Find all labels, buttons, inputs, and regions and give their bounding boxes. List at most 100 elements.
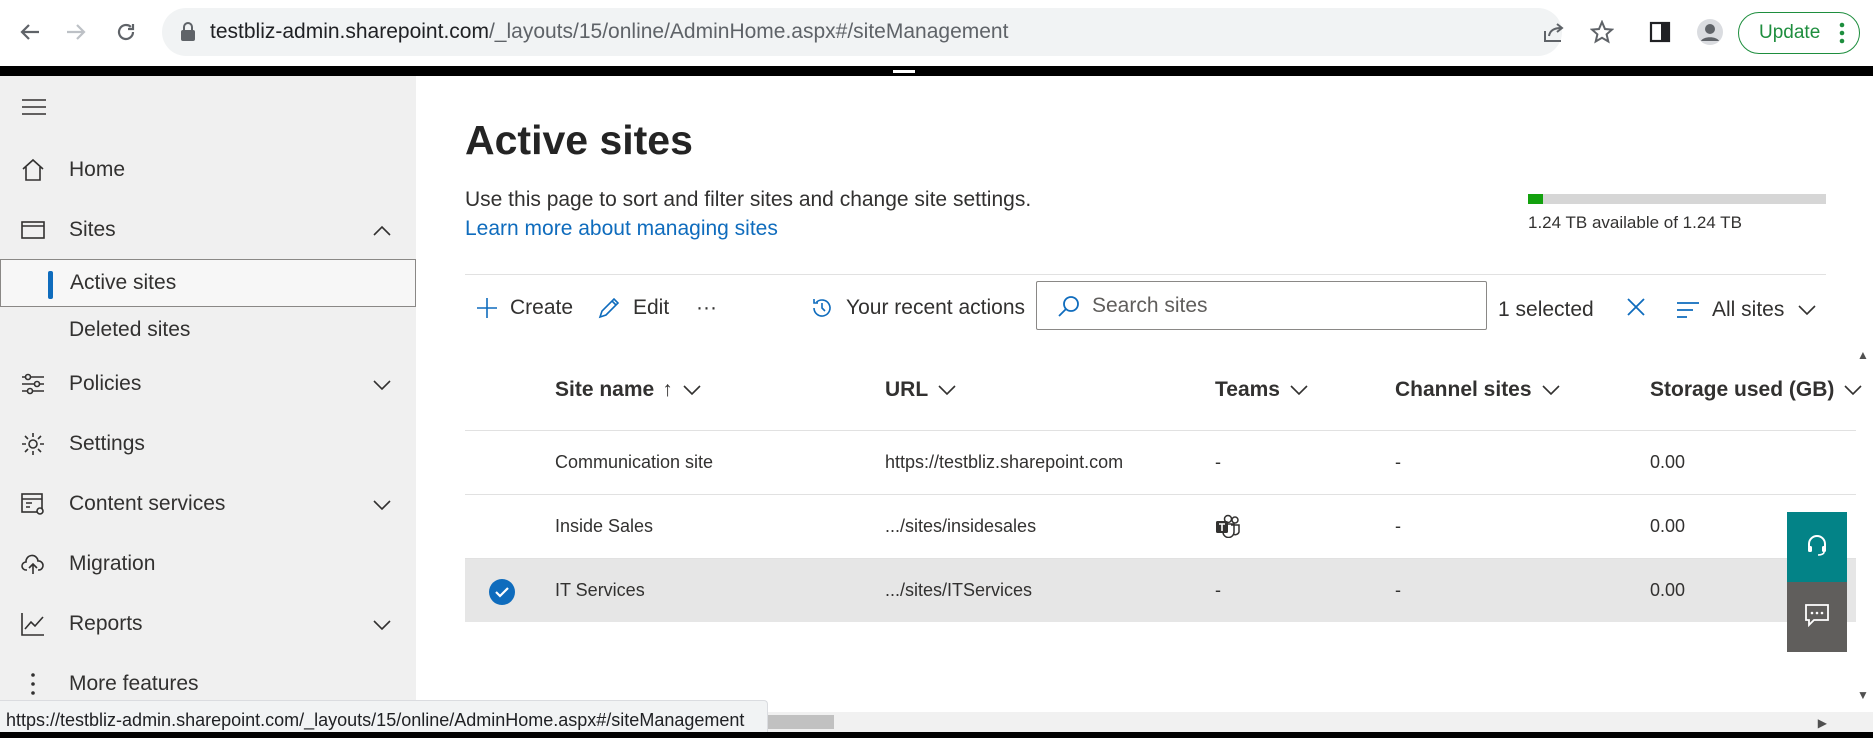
storage-cell: 0.00 [1650,580,1686,600]
sites-icon [20,217,46,243]
scroll-right-arrow-icon[interactable]: ▶ [1818,716,1827,730]
sort-ascending-icon: ↑ [662,378,673,401]
teams-icon [1215,514,1241,543]
forward-arrow-icon[interactable] [58,14,94,50]
table-row-selected[interactable]: IT Services .../sites/ITServices - - 0.0… [465,558,1856,622]
share-icon[interactable] [1536,14,1572,50]
chevron-down-icon[interactable] [372,493,392,517]
active-indicator [48,271,53,299]
search-input[interactable] [1092,290,1472,322]
header-divider [465,274,1826,275]
create-label: Create [510,296,574,319]
window-divider [0,66,1873,76]
chevron-down-icon[interactable] [372,373,392,397]
nav-home-label: Home [69,158,126,181]
back-arrow-icon[interactable] [12,14,48,50]
nav-migration-label: Migration [69,552,156,575]
table-row[interactable]: Communication site https://testbliz.shar… [465,430,1856,494]
column-header-channel-sites[interactable]: Channel sites [1395,378,1560,402]
kebab-menu-icon[interactable] [1839,22,1845,50]
create-button[interactable]: Create [476,288,573,328]
more-vertical-icon [20,671,46,697]
nav-settings[interactable]: Settings [0,418,416,470]
nav-deleted-sites[interactable]: Deleted sites [0,306,416,354]
bookmark-star-icon[interactable] [1584,14,1620,50]
policies-icon [20,371,46,397]
column-header-url[interactable]: URL [885,378,956,402]
learn-more-link[interactable]: Learn more about managing sites [465,217,778,241]
more-actions-button[interactable]: ··· [696,288,717,328]
plus-icon [476,297,498,319]
nav-migration[interactable]: Migration [0,538,416,590]
site-name-cell[interactable]: Inside Sales [555,516,653,537]
table-row[interactable]: Inside Sales .../sites/insidesales - 0.0… [465,494,1856,558]
nav-reports[interactable]: Reports [0,598,416,650]
column-storage-label: Storage used (GB) [1650,378,1835,401]
nav-content-services[interactable]: Content services [0,478,416,530]
edit-button[interactable]: Edit [597,288,669,328]
chevron-down-icon [1798,304,1816,316]
storage-cell: 0.00 [1650,452,1686,472]
recent-actions-label: Your recent actions [846,296,1026,319]
nav-active-sites[interactable]: Active sites [0,259,416,307]
url-cell: https://testbliz.sharepoint.com [885,452,1124,472]
nav-sites-label: Sites [69,218,116,241]
pencil-icon [597,296,621,320]
side-panel-icon[interactable] [1642,14,1678,50]
edit-label: Edit [633,296,670,319]
nav-settings-label: Settings [69,432,145,455]
nav-policies[interactable]: Policies [0,358,416,410]
storage-progress-fill [1528,194,1543,204]
column-header-storage[interactable]: Storage used (GB) [1650,378,1862,402]
nav-reports-label: Reports [69,612,143,635]
storage-progress-bar [1528,194,1826,204]
column-header-teams[interactable]: Teams [1215,378,1308,402]
search-box[interactable] [1036,281,1487,330]
page-description: Use this page to sort and filter sites a… [465,188,1032,211]
channel-sites-cell: - [1395,580,1401,600]
home-icon [20,157,46,183]
site-name-cell[interactable]: Communication site [555,452,713,473]
column-teams-label: Teams [1215,378,1280,401]
chevron-up-icon[interactable] [372,219,392,243]
chevron-down-icon[interactable] [372,613,392,637]
view-selector[interactable]: All sites [1676,290,1816,330]
update-button[interactable]: Update [1738,12,1860,54]
row-checkmark-icon[interactable] [489,579,515,605]
profile-avatar-icon[interactable] [1692,14,1728,50]
content-services-icon [20,491,46,517]
chevron-down-icon [1844,384,1862,396]
lock-icon [180,22,196,47]
hamburger-menu-icon[interactable] [22,98,46,121]
help-headset-button[interactable] [1787,512,1847,582]
teams-cell: - [1215,452,1221,472]
chevron-down-icon [1290,384,1308,396]
url-path: /_layouts/15/online/AdminHome.aspx#/site… [488,20,1009,43]
nav-home[interactable]: Home [0,144,416,196]
chevron-down-icon [938,384,956,396]
horizontal-scrollbar[interactable]: ▶ [728,712,1873,732]
recent-actions-button[interactable]: Your recent actions [810,288,1025,328]
cloud-upload-icon [20,551,46,577]
column-site-name-label: Site name [555,378,655,401]
reload-icon[interactable] [108,14,144,50]
scroll-up-arrow-icon[interactable]: ▲ [1857,348,1869,362]
column-header-site-name[interactable]: Site name ↑ [555,378,701,402]
scroll-down-arrow-icon[interactable]: ▼ [1857,688,1869,702]
feedback-button[interactable] [1787,582,1847,652]
browser-toolbar: testbliz-admin.sharepoint.com/_layouts/1… [0,0,1873,66]
headset-icon [1804,532,1830,563]
left-navigation: Home Sites Active sites Deleted sites Po… [0,76,416,738]
view-selector-label: All sites [1712,298,1785,321]
address-bar[interactable]: testbliz-admin.sharepoint.com/_layouts/1… [162,8,1562,56]
update-label: Update [1759,22,1821,43]
clear-selection-button[interactable] [1626,290,1646,330]
site-name-cell[interactable]: IT Services [555,580,645,601]
nav-deleted-sites-label: Deleted sites [69,318,191,341]
url-host: testbliz-admin.sharepoint.com [210,20,489,43]
column-channel-sites-label: Channel sites [1395,378,1532,401]
url-text: testbliz-admin.sharepoint.com/_layouts/1… [210,20,1008,44]
selected-count-label: 1 selected [1498,298,1594,321]
storage-text: 1.24 TB available of 1.24 TB [1528,213,1742,232]
nav-sites[interactable]: Sites [0,204,416,256]
